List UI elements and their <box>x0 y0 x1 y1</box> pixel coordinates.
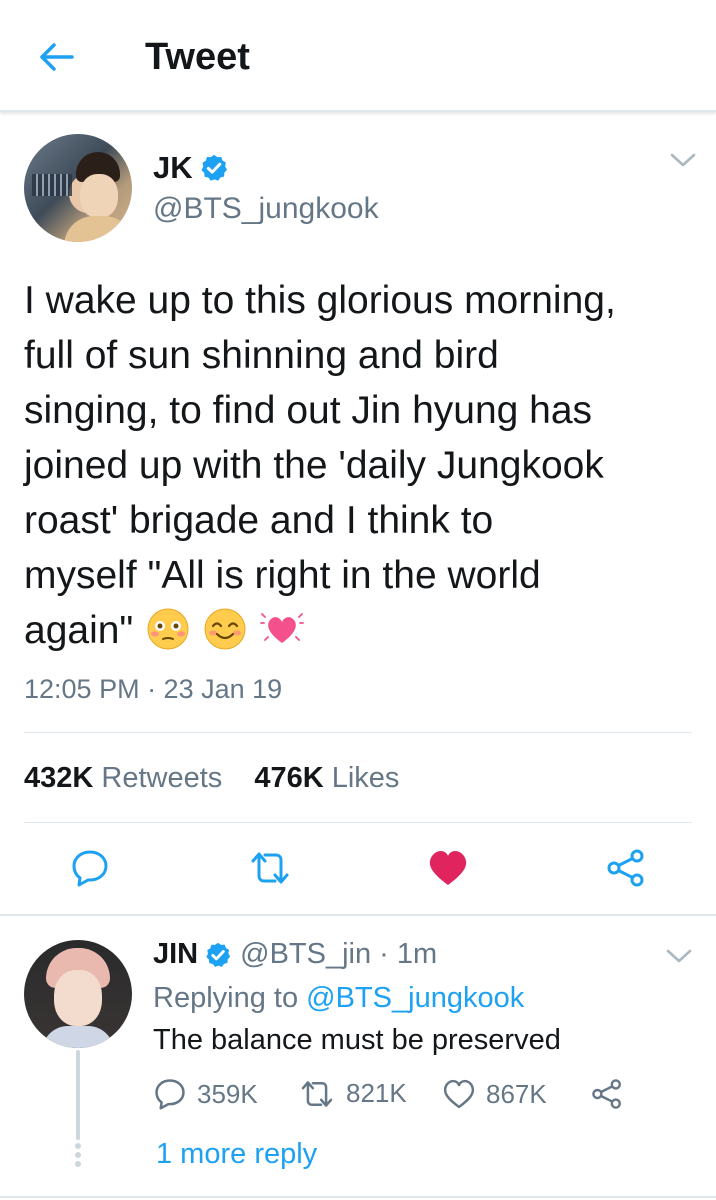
verified-badge-icon <box>199 153 229 183</box>
retweets-count[interactable]: 432K <box>24 762 93 794</box>
reply-like-button[interactable]: 867K <box>442 1078 547 1110</box>
section-separator <box>0 914 716 916</box>
divider <box>24 822 692 823</box>
tweet-text-line: joined up with the 'daily Jungkook <box>24 444 604 487</box>
chevron-down-icon[interactable] <box>668 150 698 175</box>
likes-label[interactable]: Likes <box>332 762 400 794</box>
replying-to-handle-link[interactable]: @BTS_jungkook <box>306 982 524 1014</box>
replying-to-prefix: Replying to <box>153 982 299 1014</box>
reply-retweet-button[interactable]: 821K <box>298 1078 407 1109</box>
more-replies-link[interactable]: 1 more reply <box>156 1138 317 1171</box>
tweet-timestamp[interactable]: 12:05 PM · 23 Jan 19 <box>24 674 282 705</box>
retweet-count: 821K <box>346 1078 407 1108</box>
reply-author-avatar[interactable] <box>24 940 132 1048</box>
reply-share-button[interactable] <box>590 1078 634 1110</box>
tweet-text-line: roast' brigade and I think to <box>24 499 494 542</box>
reply-icon[interactable] <box>68 848 112 888</box>
retweets-label[interactable]: Retweets <box>101 762 222 794</box>
flushed-face-icon <box>147 608 189 650</box>
tweet-text-line: I wake up to this glorious morning, <box>24 279 616 322</box>
likes-count[interactable]: 476K <box>254 762 323 794</box>
top-app-bar: Tweet <box>0 0 716 112</box>
author-avatar[interactable] <box>24 134 132 242</box>
share-icon <box>592 1079 622 1109</box>
thread-dots-icon <box>74 1143 82 1167</box>
smiling-face-icon <box>204 608 246 650</box>
author-handle[interactable]: @BTS_jungkook <box>153 192 379 226</box>
chevron-down-icon[interactable] <box>664 946 694 971</box>
verified-badge-icon <box>204 941 232 969</box>
back-arrow-icon[interactable] <box>34 38 78 76</box>
reply-author-name[interactable]: JIN <box>153 938 198 971</box>
reply-count: 359K <box>197 1078 258 1109</box>
like-heart-icon[interactable] <box>426 848 470 888</box>
tweet-text-line: myself "All is right in the world <box>24 554 541 597</box>
author-name-row[interactable]: JK <box>153 150 229 186</box>
retweet-icon[interactable] <box>246 848 294 888</box>
page-title: Tweet <box>145 36 250 78</box>
retweet-icon <box>301 1080 333 1107</box>
reply-icon <box>155 1079 185 1110</box>
tweet-last-line: again" <box>24 603 704 658</box>
tweet-text-line: full of sun shinning and bird <box>24 334 499 377</box>
heart-outline-icon <box>443 1079 475 1109</box>
replying-to: Replying to @BTS_jungkook <box>153 982 524 1015</box>
author-display-name[interactable]: JK <box>153 150 193 186</box>
like-count: 867K <box>486 1078 547 1109</box>
reply-reply-button[interactable]: 359K <box>153 1078 258 1110</box>
reply-author-row[interactable]: JIN @BTS_jin · 1m <box>153 938 437 971</box>
reply-text: The balance must be preserved <box>153 1024 561 1056</box>
bottom-separator <box>0 1196 716 1198</box>
engagement-stats: 432K Retweets 476K Likes <box>24 762 399 795</box>
thread-connector <box>76 1050 80 1140</box>
tweet-text: I wake up to this glorious morning, full… <box>24 273 704 658</box>
tweet-text-line: singing, to find out Jin hyung has <box>24 389 593 432</box>
divider <box>24 732 692 733</box>
share-icon[interactable] <box>604 848 648 888</box>
reply-handle-time[interactable]: @BTS_jin · 1m <box>240 938 437 971</box>
beating-heart-icon <box>259 613 304 643</box>
tweet-text-line: again" <box>24 609 134 652</box>
